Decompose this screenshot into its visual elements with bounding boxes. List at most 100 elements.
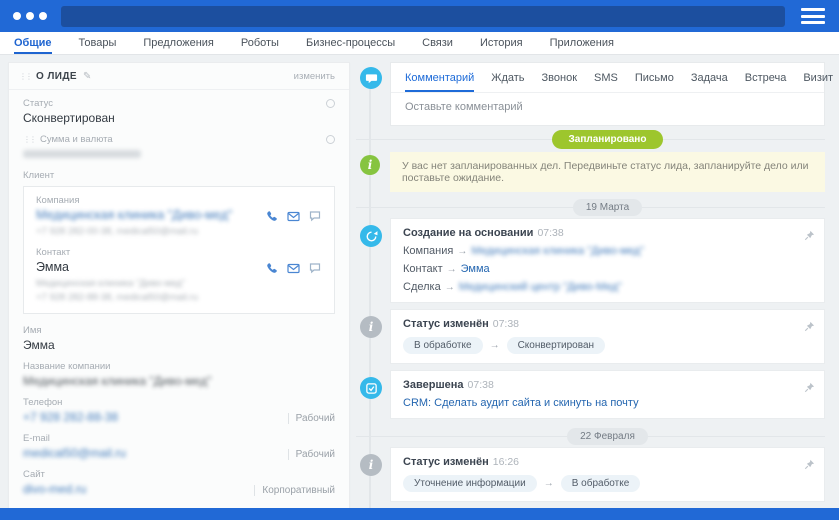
tab-robots[interactable]: Роботы [241,32,279,54]
entry-row: Контакт→Эмма [403,263,798,275]
tab-quotes[interactable]: Предложения [143,32,214,54]
window-dot-icon[interactable] [39,12,47,20]
company-name-link[interactable]: Медицинская клиника "Диво-мед" [36,208,232,222]
phone-field: Телефон +7 928 282-88-38 Рабочий [23,397,335,425]
contact-name[interactable]: Эмма [36,260,69,274]
task-link[interactable]: CRM: Сделать аудит сайта и скинуть на по… [403,397,639,409]
company-name-value: Медицинская клиника "Диво-мед" [23,374,335,389]
entry-row: Сделка→Медицинский центр "Диво-Мед" [403,281,798,293]
email-icon[interactable] [287,210,300,223]
status-badge-to: В обработке [561,475,641,492]
contact-block: Контакт Эмма Медицинская клиника "Диво-м… [36,247,322,303]
phone-icon[interactable] [265,262,278,275]
name-field: Имя Эмма [23,325,335,353]
field-settings-icon[interactable] [326,135,335,144]
company-link[interactable]: Медицинская клиника "Диво-мед" [471,245,644,257]
edit-section-link[interactable]: изменить [294,71,335,82]
entry-time: 16:26 [493,456,519,468]
tab-products[interactable]: Товары [79,32,117,54]
tab-task[interactable]: Задача [691,72,728,92]
tab-links[interactable]: Связи [422,32,453,54]
company-actions [265,206,322,223]
pin-icon[interactable] [804,380,815,398]
address-bar[interactable] [61,6,785,27]
entry-row: Компания→Медицинская клиника "Диво-мед" [403,245,798,257]
email-field: E-mail medical50@mail.ru Рабочий [23,433,335,461]
field-settings-icon[interactable] [326,99,335,108]
contact-company: Медицинская клиника "Диво-мед" [36,278,322,289]
amount-value-redacted [23,150,141,158]
main-content: ⋮⋮ О ЛИДЕ ✎ изменить Статус Сконвертиров… [0,55,839,508]
entry-title: Статус изменён07:38 [403,318,798,330]
drag-handle-icon[interactable]: ⋮⋮ [23,135,35,144]
site-type: Корпоративный [254,485,335,496]
tab-wait[interactable]: Ждать [491,72,524,92]
company-name-field: Название компании Медицинская клиника "Д… [23,361,335,389]
arrow-icon: → [457,246,467,257]
pencil-icon[interactable]: ✎ [83,71,91,82]
arrow-icon: → [445,282,455,293]
timeline-entry-status-change: i Статус изменён07:38 В обработке → Скон… [390,309,825,364]
amount-field: ⋮⋮Сумма и валюта [23,134,335,158]
lead-nav-tabs: Общие Товары Предложения Роботы Бизнес-п… [0,32,839,55]
tab-applications[interactable]: Приложения [550,32,614,54]
timeline-feed: Комментарий Ждать Звонок SMS Письмо Зада… [390,62,825,508]
arrow-icon: → [544,478,554,489]
contact-details: +7 928 282-88-38, medical50@mail.ru [36,292,322,303]
entry-title: Завершена07:38 [403,379,798,391]
date-separator: 19 Марта [390,196,825,218]
chat-icon[interactable] [309,210,322,223]
tab-history[interactable]: История [480,32,523,54]
sync-icon [360,225,382,247]
email-icon[interactable] [287,262,300,275]
entry-time: 07:38 [468,379,494,391]
planned-button[interactable]: Запланировано [552,130,664,149]
name-label: Имя [23,325,335,336]
tab-business-processes[interactable]: Бизнес-процессы [306,32,395,54]
window-controls [13,12,47,20]
contact-link[interactable]: Эмма [461,263,490,275]
status-transition: Уточнение информации → В обработке [403,475,798,492]
contact-actions [265,258,322,275]
deal-link[interactable]: Медицинский центр "Диво-Мед" [459,281,622,293]
phone-type: Рабочий [288,413,335,424]
company-block: Компания Медицинская клиника "Диво-мед" … [36,195,322,237]
status-badge-from: В обработке [403,337,483,354]
tab-call[interactable]: Звонок [542,72,578,92]
drag-handle-icon[interactable]: ⋮⋮ [19,73,31,81]
hamburger-menu-icon[interactable] [801,8,825,24]
chat-icon[interactable] [309,262,322,275]
tab-visit[interactable]: Визит [803,72,833,92]
entry-time: 07:38 [493,318,519,330]
tab-sms[interactable]: SMS [594,72,618,92]
pin-icon[interactable] [804,457,815,475]
tab-meeting[interactable]: Встреча [745,72,787,92]
tab-general[interactable]: Общие [14,32,52,54]
info-icon: i [360,155,380,175]
name-value: Эмма [23,338,335,353]
status-transition: В обработке → Сконвертирован [403,337,798,354]
pin-icon[interactable] [804,319,815,337]
comment-input[interactable]: Оставьте комментарий [391,92,824,125]
date-pill: 22 Февраля [567,428,648,445]
site-label: Сайт [23,469,335,480]
phone-icon[interactable] [265,210,278,223]
client-field-label: Клиент [23,170,335,181]
pin-icon[interactable] [804,228,815,246]
company-label: Компания [36,195,322,206]
arrow-icon: → [490,340,500,351]
contact-label: Контакт [36,247,322,258]
about-lead-header: ⋮⋮ О ЛИДЕ ✎ изменить [9,63,349,90]
tab-comment[interactable]: Комментарий [405,72,474,92]
timeline-entry-task-completed: Завершена07:38 CRM: Сделать аудит сайта … [390,370,825,419]
task-check-icon [360,377,382,399]
date-separator: 22 Февраля [390,425,825,447]
tab-letter[interactable]: Письмо [635,72,674,92]
info-icon: i [360,454,382,476]
entry-title: Создание на основании07:38 [403,227,798,239]
window-dot-icon[interactable] [26,12,34,20]
entry-title: Статус изменён16:26 [403,456,798,468]
status-badge-from: Уточнение информации [403,475,537,492]
window-dot-icon[interactable] [13,12,21,20]
amount-label: ⋮⋮Сумма и валюта [23,134,335,145]
